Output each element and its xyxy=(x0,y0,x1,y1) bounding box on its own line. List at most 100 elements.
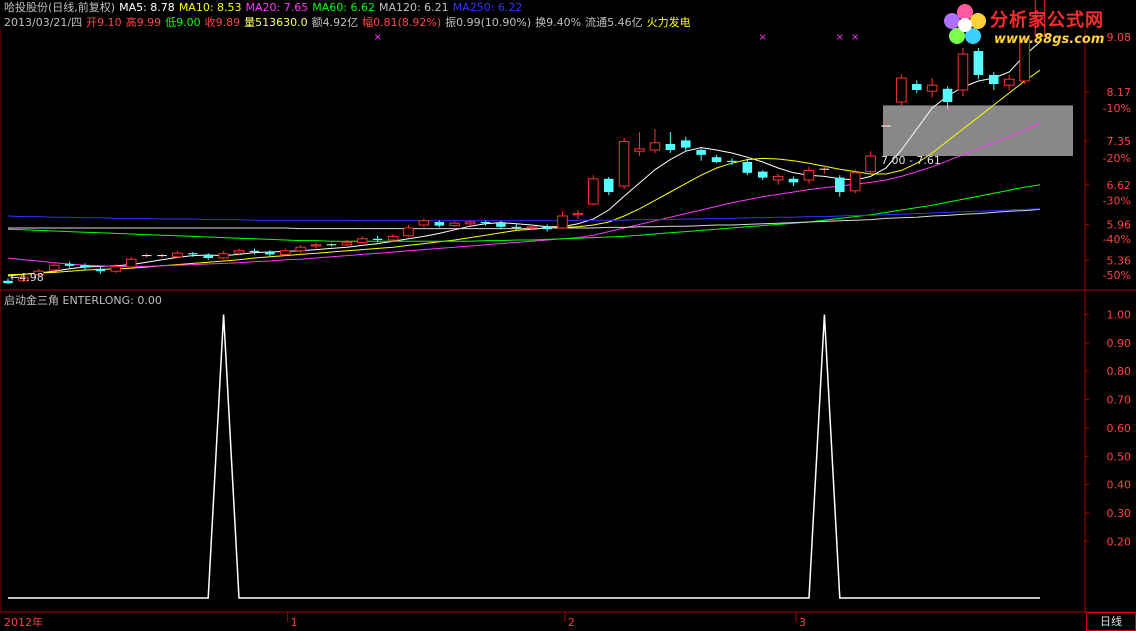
ma-legend-item: MA10: 8.53 xyxy=(178,1,242,14)
watermark-title: 分析家公式网 xyxy=(990,10,1104,31)
price-tick-label: 6.62 xyxy=(1107,179,1132,192)
indicator-tick-label: 0.30 xyxy=(1107,507,1132,520)
candle xyxy=(1003,75,1015,90)
candle-body xyxy=(834,177,845,192)
candle xyxy=(649,129,661,153)
candle-body xyxy=(434,222,445,226)
candle-body xyxy=(557,215,568,229)
candle-body xyxy=(772,175,784,181)
candle xyxy=(634,132,645,156)
indicator-title: 启动金三角 ENTERLONG: 0.00 xyxy=(4,294,162,307)
indicator-tick-label: 0.60 xyxy=(1107,422,1132,435)
candle xyxy=(265,250,275,257)
candle xyxy=(310,242,322,249)
candle-body xyxy=(295,246,306,252)
quote-field: 流通5.46亿 xyxy=(585,16,643,29)
candle xyxy=(141,253,152,258)
candle xyxy=(603,177,614,195)
candle xyxy=(218,250,229,260)
price-tick-label: 5.36 xyxy=(1107,254,1132,267)
candle xyxy=(757,170,768,180)
candle-body xyxy=(680,140,691,148)
candle xyxy=(665,132,676,153)
period-tab-daily[interactable]: 日线 xyxy=(1086,612,1136,631)
candle-body xyxy=(449,222,460,227)
ma-legend-item: MA20: 7.65 xyxy=(245,1,309,14)
candle-body xyxy=(572,213,584,216)
quote-field: 量513630.0 xyxy=(244,16,308,29)
candle xyxy=(449,221,460,227)
candle xyxy=(912,80,922,93)
candle xyxy=(64,261,75,268)
signal-marker: × xyxy=(851,32,859,43)
candle-body xyxy=(696,150,706,155)
quote-field: 火力发电 xyxy=(646,16,691,29)
quote-field: 幅0.81(8.92%) xyxy=(362,16,442,29)
candle xyxy=(203,253,214,260)
date-tick-label: 2012年 xyxy=(4,615,43,629)
candle-body xyxy=(387,235,399,241)
percent-tick-label: -30% xyxy=(1103,194,1131,207)
candle-body xyxy=(125,258,137,268)
quote-field: 2013/03/21/四 xyxy=(4,16,83,29)
candle-body xyxy=(603,178,614,192)
stock-name-label: 哈投股份(日线,前复权) xyxy=(4,1,116,14)
candle-body xyxy=(496,223,506,227)
indicator-tick-label: 0.50 xyxy=(1107,450,1132,463)
candle-body xyxy=(341,241,353,246)
candle xyxy=(803,166,815,184)
candle-body xyxy=(95,268,106,272)
percent-tick-label: -10% xyxy=(1103,102,1131,115)
candle-body xyxy=(526,226,537,229)
candle xyxy=(80,263,90,270)
candle-body xyxy=(973,51,984,75)
candle-body xyxy=(80,265,90,268)
indicator-tick-label: 0.20 xyxy=(1107,535,1132,548)
candle xyxy=(418,218,430,227)
candle-body xyxy=(265,252,275,255)
candle xyxy=(326,242,337,248)
date-tick-label: 2 xyxy=(568,616,575,629)
highlight-band-rect xyxy=(882,105,1073,156)
candle xyxy=(572,210,584,219)
flower-logo-icon xyxy=(944,4,986,44)
candle-body xyxy=(48,264,60,271)
candle-body xyxy=(172,252,183,258)
quote-field: 收9.89 xyxy=(204,16,241,29)
candle-body xyxy=(849,172,861,192)
candle-body xyxy=(1003,78,1015,86)
signal-marker: × xyxy=(759,32,767,43)
quote-field: 开9.10 xyxy=(86,16,122,29)
candle-body xyxy=(665,144,676,150)
signal-marker: × xyxy=(836,32,844,43)
quote-field: 高9.99 xyxy=(125,16,162,29)
watermark-url: www.88gs.com xyxy=(994,32,1105,47)
candle-body xyxy=(957,53,969,91)
candle-body xyxy=(188,253,198,255)
candle xyxy=(496,220,506,230)
candle xyxy=(279,248,291,256)
candle-body xyxy=(757,171,768,178)
candle-body xyxy=(896,77,907,103)
chart-canvas: × × × × ←4.987.00 - 7.61 9.088.177.356.625.… xyxy=(0,0,1136,629)
candle xyxy=(511,224,522,231)
candle xyxy=(557,211,568,230)
candle-body xyxy=(618,141,630,187)
signal-marker: × xyxy=(373,32,381,43)
ma-legend-item: MA60: 6.62 xyxy=(312,1,375,14)
candle-body xyxy=(634,148,645,152)
candle-body xyxy=(418,220,430,226)
price-tick-label: 7.35 xyxy=(1107,135,1132,148)
indicator-tick-label: 0.40 xyxy=(1107,479,1132,492)
candle xyxy=(356,236,368,244)
candle xyxy=(588,175,599,206)
price-axis: 9.088.177.356.625.965.36-10%-20%-30%-40%… xyxy=(1085,31,1131,282)
indicator-tick-label: 0.80 xyxy=(1107,365,1132,378)
candle-body xyxy=(480,222,491,224)
candle-body xyxy=(511,226,522,228)
candle-body xyxy=(803,169,815,181)
date-tick-label: 3 xyxy=(799,616,806,629)
quote-bar: 2013/03/21/四 开9.10 高9.99 低9.00 收9.89 量513630.… xyxy=(4,16,695,30)
price-highlight-band xyxy=(882,105,1073,156)
candle xyxy=(696,147,706,161)
